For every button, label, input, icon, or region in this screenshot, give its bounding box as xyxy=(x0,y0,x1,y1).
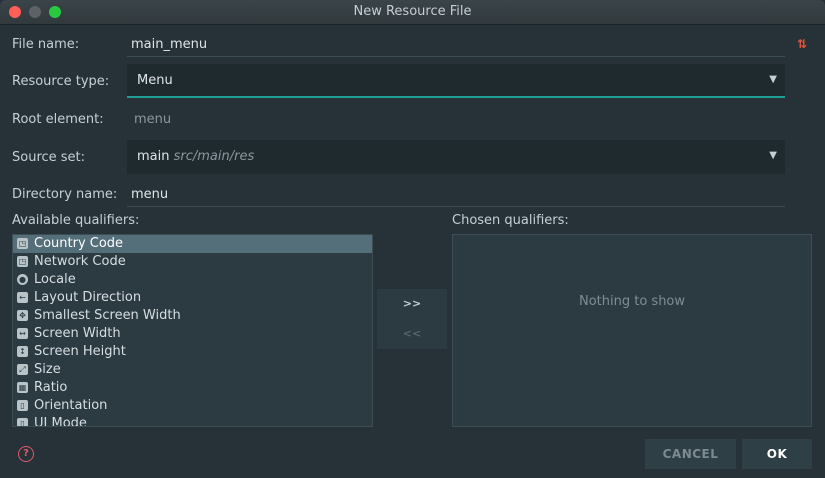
resource-type-value: Menu xyxy=(137,73,173,88)
list-item[interactable]: ◳ Country Code xyxy=(13,235,372,253)
cancel-button[interactable]: CANCEL xyxy=(645,439,736,469)
list-item[interactable]: ● Locale xyxy=(13,271,372,289)
ui-mode-icon: ▯ xyxy=(17,418,28,426)
list-item-label: Smallest Screen Width xyxy=(34,308,181,323)
file-name-label: File name: xyxy=(12,37,80,52)
empty-state-text: Nothing to show xyxy=(578,294,686,309)
list-item[interactable]: ↕ Screen Height xyxy=(13,343,372,361)
qualifier-move-buttons: >> << xyxy=(377,289,447,349)
chosen-qualifiers-label: Chosen qualifiers: xyxy=(452,213,569,228)
ok-button[interactable]: OK xyxy=(742,439,812,469)
list-item-label: Orientation xyxy=(34,398,108,413)
root-element-value: menu xyxy=(134,112,172,127)
available-qualifiers-label: Available qualifiers: xyxy=(12,213,140,228)
source-set-name: main xyxy=(137,149,170,164)
list-item[interactable]: ◳ Network Code xyxy=(13,253,372,271)
layout-direction-icon: ← xyxy=(17,292,28,303)
root-element-label: Root element: xyxy=(12,112,104,127)
list-item-label: Screen Height xyxy=(34,344,126,359)
directory-name-underline xyxy=(127,206,785,207)
list-item[interactable]: ← Layout Direction xyxy=(13,289,372,307)
orientation-icon: ▯ xyxy=(17,400,28,411)
resource-type-label: Resource type: xyxy=(12,74,110,89)
new-resource-file-dialog: New Resource File File name: main_menu ⇅… xyxy=(0,0,825,478)
chevron-down-icon: ▼ xyxy=(769,74,777,85)
list-item[interactable]: ▯ Orientation xyxy=(13,397,372,415)
window-title: New Resource File xyxy=(353,4,472,19)
list-item-label: Country Code xyxy=(34,236,124,251)
screen-height-icon: ↕ xyxy=(17,346,28,357)
list-item[interactable]: ▯ UI Mode xyxy=(13,415,372,427)
add-qualifier-button[interactable]: >> xyxy=(377,289,447,319)
list-item-label: Screen Width xyxy=(34,326,121,341)
help-icon[interactable]: ? xyxy=(18,446,34,462)
country-code-icon: ◳ xyxy=(17,238,28,249)
screen-width-icon: ↔ xyxy=(17,328,28,339)
network-code-icon: ◳ xyxy=(17,256,28,267)
size-icon: ⤢ xyxy=(17,364,28,375)
file-name-field[interactable]: main_menu xyxy=(131,37,207,52)
smallest-width-icon: ✥ xyxy=(17,310,28,321)
remove-qualifier-button[interactable]: << xyxy=(377,319,447,349)
source-set-value-group: main src/main/res xyxy=(137,149,254,164)
source-set-label: Source set: xyxy=(12,150,86,165)
sort-icon[interactable]: ⇅ xyxy=(797,37,807,51)
list-item-label: UI Mode xyxy=(34,416,87,427)
available-qualifiers-list[interactable]: ◳ Country Code ◳ Network Code ● Locale ← Lay… xyxy=(12,234,373,427)
file-name-underline xyxy=(127,56,785,57)
list-item-label: Layout Direction xyxy=(34,290,142,305)
list-item[interactable]: ⤢ Size xyxy=(13,361,372,379)
title-bar: New Resource File xyxy=(0,0,825,25)
list-item[interactable]: ▦ Ratio xyxy=(13,379,372,397)
list-item[interactable]: ↔ Screen Width xyxy=(13,325,372,343)
chevron-down-icon: ▼ xyxy=(769,150,777,161)
list-item[interactable]: ✥ Smallest Screen Width xyxy=(13,307,372,325)
source-set-dropdown[interactable]: main src/main/res ▼ xyxy=(127,140,785,174)
list-item-label: Size xyxy=(34,362,61,377)
globe-icon: ● xyxy=(17,274,28,285)
list-item-label: Ratio xyxy=(34,380,68,395)
resource-type-dropdown[interactable]: Menu ▼ xyxy=(127,64,785,98)
source-set-path: src/main/res xyxy=(173,149,255,164)
list-item-label: Locale xyxy=(34,272,76,287)
list-item-label: Network Code xyxy=(34,254,126,269)
directory-name-label: Directory name: xyxy=(12,187,118,202)
chosen-qualifiers-list[interactable]: Nothing to show xyxy=(452,234,812,427)
directory-name-field[interactable]: menu xyxy=(131,187,168,202)
ratio-icon: ▦ xyxy=(17,382,28,393)
